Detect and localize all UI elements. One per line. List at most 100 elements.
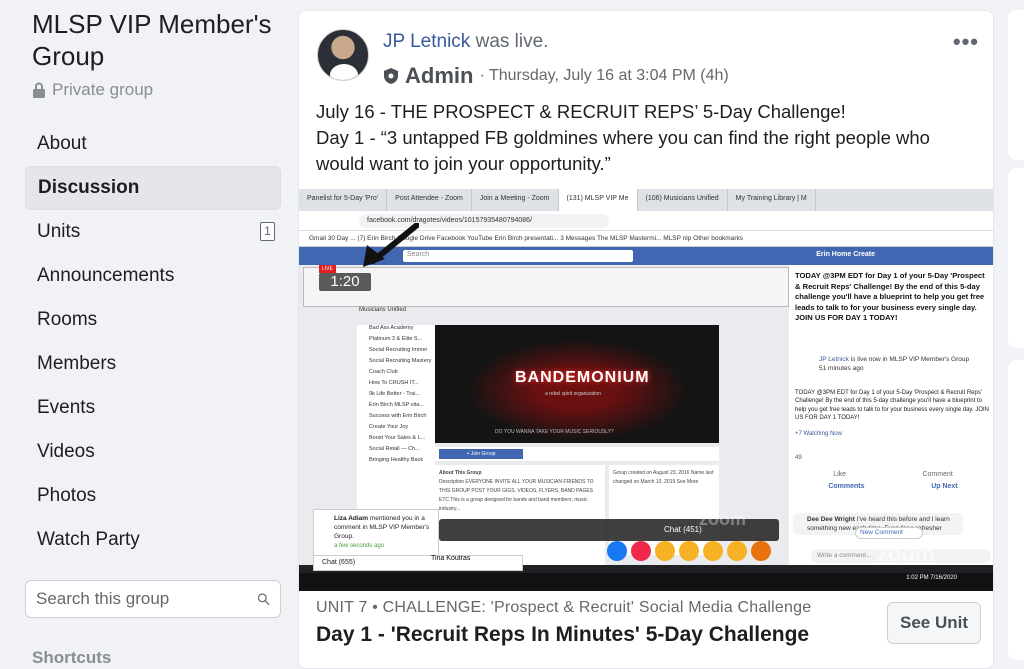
post-body: July 16 - THE PROSPECT & RECRUIT REPS’ 5…: [316, 99, 986, 177]
post-card: JP Letnick was live. Admin · Thursday, J…: [298, 10, 994, 669]
shared-right-panel: TODAY @3PM EDT for Day 1 of your 5-Day '…: [789, 265, 993, 565]
search-icon[interactable]: [257, 588, 270, 610]
notif-time: a few seconds ago: [334, 543, 385, 549]
post-timestamp[interactable]: · Thursday, July 16 at 3:04 PM (4h): [479, 67, 728, 85]
shared-like: Like: [833, 471, 847, 478]
group-search-box[interactable]: [25, 580, 281, 618]
browser-tab: Join a Meeting - Zoom: [472, 189, 559, 211]
browser-tab: Panelist for 5-Day 'Pro': [299, 189, 388, 211]
shared-sidebar-item: Social Recruiting Mastery: [369, 358, 432, 364]
author-avatar[interactable]: [317, 29, 369, 81]
nav-label: Rooms: [37, 309, 98, 330]
shared-live-text: is live now in MLSP VIP Member's Group: [850, 356, 970, 363]
shared-browser-chrome: [303, 267, 789, 307]
live-video-player[interactable]: Panelist for 5-Day 'Pro' Post Attendee -…: [299, 189, 993, 591]
nav-item-discussion[interactable]: Discussion: [25, 166, 281, 210]
unit-title[interactable]: Day 1 - 'Recruit Reps In Minutes' 5-Day …: [316, 623, 809, 647]
shared-live-time: 51 minutes ago: [819, 365, 864, 372]
nav-label: Discussion: [38, 177, 140, 198]
about-title: About This Group: [439, 470, 482, 476]
shared-chat-bar: Chat (655): [313, 555, 523, 571]
nav-label: Videos: [37, 441, 95, 462]
join-group-button: + Join Group: [439, 449, 523, 459]
nav-label: About: [37, 133, 87, 154]
sad-reaction-icon: [727, 541, 747, 561]
wow-reaction-icon: [703, 541, 723, 561]
shared-sidebar-item: Boost Your Sales & L...: [369, 435, 426, 441]
browser-tab: (131) MLSP VIP Me: [558, 189, 638, 211]
nav-item-rooms[interactable]: Rooms: [25, 298, 281, 342]
nav-label: Announcements: [37, 265, 175, 286]
group-nav: About Discussion Units 1 Announcements Ro…: [25, 122, 281, 562]
more-options-icon[interactable]: •••: [953, 29, 979, 55]
right-column-card: [1008, 168, 1024, 348]
shared-like-count: 49: [795, 455, 802, 461]
nav-item-videos[interactable]: Videos: [25, 430, 281, 474]
live-reactions: [607, 541, 771, 561]
shared-sidebar-item: Erin Birch MLSP vita...: [369, 402, 424, 408]
notif-author: Liza Adiam: [334, 515, 369, 522]
shared-notification: Liza Adiam mentioned you in a comment in…: [313, 509, 439, 557]
privacy-text: Private group: [52, 80, 154, 99]
browser-tab: Post Attendee - Zoom: [387, 189, 472, 211]
nav-label: Events: [37, 397, 96, 418]
join-strip: + Join Group: [435, 447, 719, 461]
units-count-badge: 1: [260, 222, 275, 241]
shortcuts-heading: Shortcuts: [32, 648, 112, 667]
shared-new-comment: New Comment: [855, 527, 923, 539]
nav-label: Photos: [37, 485, 97, 506]
browser-tab: (106) Musicians Unified: [638, 189, 728, 211]
admin-shield-icon: [384, 68, 398, 84]
author-name[interactable]: JP Letnick: [383, 31, 470, 52]
nav-label: Units: [37, 221, 81, 242]
post-text-line: would want to join your opportunity.”: [316, 153, 611, 174]
band-question: DO YOU WANNA TAKE YOUR MUSIC SERIOUSLY?: [495, 429, 614, 435]
shared-today-text: TODAY @3PM EDT for Day 1 of your 5-Day '…: [795, 271, 985, 322]
shared-actions: Like Comment: [795, 471, 991, 478]
nav-item-events[interactable]: Events: [25, 386, 281, 430]
video-fb-search: Search: [403, 250, 633, 262]
shared-group-name: Musicians Unified: [359, 307, 407, 313]
video-fb-nav: Erin Home Create: [816, 251, 875, 258]
haha-reaction-icon: [679, 541, 699, 561]
shared-watching-now: +7 Watching Now: [795, 431, 842, 437]
privacy-label: Private group: [32, 80, 153, 100]
zoom-watermark: zoom: [699, 509, 746, 529]
shared-upnext-tab: Up Next: [931, 483, 958, 490]
band-cover-image: BANDEMONIUM a rebel spirit organization …: [435, 325, 719, 443]
group-title[interactable]: MLSP VIP Member's Group: [32, 8, 288, 72]
nav-item-watch-party[interactable]: Watch Party: [25, 518, 281, 562]
pointer-arrow-icon: [363, 223, 419, 267]
shared-live-author: JP Letnick: [819, 356, 849, 363]
shared-sidebar-item: 9k Life Better - Trai...: [369, 391, 421, 397]
browser-tab-strip: Panelist for 5-Day 'Pro' Post Attendee -…: [299, 189, 993, 211]
admin-badge: Admin: [405, 63, 474, 88]
nav-item-units[interactable]: Units 1: [25, 210, 281, 254]
about-text: Description EVERYONE INVITE ALL YOUR MUS…: [439, 479, 594, 512]
nav-item-photos[interactable]: Photos: [25, 474, 281, 518]
nav-item-about[interactable]: About: [25, 122, 281, 166]
shared-comment: Comment: [922, 471, 953, 478]
post-action: was live.: [475, 31, 549, 52]
angry-reaction-icon: [751, 541, 771, 561]
group-sidebar: MLSP VIP Member's Group Private group Ab…: [0, 0, 290, 669]
shared-sidebar-item: Coach Club: [369, 369, 398, 375]
love-reaction-icon: [631, 541, 651, 561]
about-group-panel: About This Group Description EVERYONE IN…: [435, 465, 605, 565]
video-comment-button: Comment: [535, 549, 566, 556]
post-header: JP Letnick was live.: [383, 31, 548, 53]
see-unit-button[interactable]: See Unit: [887, 602, 981, 644]
nav-item-members[interactable]: Members: [25, 342, 281, 386]
shared-live-now: JP Letnick is live now in MLSP VIP Membe…: [819, 355, 989, 373]
shared-sidebar-item: Bringing Healthy Back: [369, 457, 424, 463]
video-timer: 1:20: [319, 273, 371, 291]
author-role-line: Admin · Thursday, July 16 at 3:04 PM (4h…: [383, 63, 729, 89]
shared-comment-author: Dee Dee Wright: [807, 516, 855, 523]
nav-item-announcements[interactable]: Announcements: [25, 254, 281, 298]
group-search-input[interactable]: [36, 589, 257, 609]
shared-sidebar-item: Social Retail — Ch...: [369, 446, 420, 452]
right-column-card: [1008, 360, 1024, 660]
like-reaction-icon: [607, 541, 627, 561]
shared-sidebar-item: How To CRUSH IT...: [369, 380, 419, 386]
lock-icon: [33, 82, 45, 98]
